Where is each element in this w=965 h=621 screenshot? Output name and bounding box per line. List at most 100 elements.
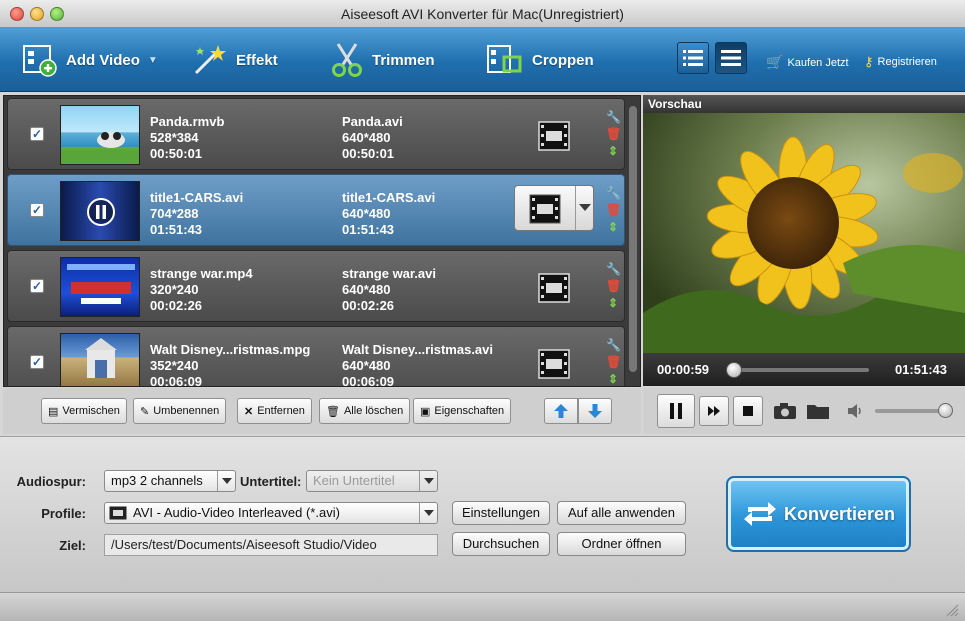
file-row[interactable]: ✓ title1-CARS.avi 704*288 01:51:43 title… [7,174,625,246]
source-filename: title1-CARS.avi [150,190,244,205]
film-icon [529,194,561,224]
untertitel-label: Untertitel: [240,474,302,489]
eigenschaften-label: Eigenschaften [434,405,505,417]
konvertieren-button[interactable]: Konvertieren [726,476,911,552]
chevron-down-icon [419,503,437,523]
ziel-path-field[interactable]: /Users/test/Documents/Aiseesoft Studio/V… [104,534,438,556]
output-filename: Walt Disney...ristmas.avi [342,342,494,357]
minimize-window-button[interactable] [30,7,44,21]
file-row[interactable]: ✓ Walt Disney...ristmas.mpg 352*240 00:0… [7,326,625,387]
list-view-button[interactable] [677,42,709,74]
file-row[interactable]: ✓ Panda.rmvb 528*384 00:50:01 Panda.avi … [7,98,625,170]
wrench-icon[interactable]: 🔧 [606,337,621,354]
menu-lines-icon [721,50,741,66]
seek-slider-knob[interactable] [726,362,743,378]
row-tools: 🔧 🗑 ⇕ [606,337,621,386]
alle-loeschen-label: Alle löschen [343,405,404,417]
volume-track[interactable] [875,409,945,413]
add-video-button[interactable]: Add Video ▼ [22,42,158,78]
trash-icon[interactable]: 🗑 [606,278,621,295]
camera-icon[interactable] [773,402,797,420]
total-time: 01:51:43 [894,362,947,377]
stop-icon [743,406,753,416]
trimmen-button[interactable]: Trimmen [330,42,435,78]
wrench-icon[interactable]: 🔧 [606,109,621,126]
pencil-icon: ✎ [140,405,150,418]
reorder-icon[interactable]: ⇕ [606,371,620,386]
effekt-button[interactable]: Effekt [190,42,278,78]
auf-alle-anwenden-button[interactable]: Auf alle anwenden [557,501,686,525]
registrieren-link[interactable]: ⚷ Registrieren [864,54,937,70]
untertitel-select[interactable]: Kein Untertitel [306,470,438,492]
move-up-button[interactable] [544,398,578,424]
chevron-down-icon [419,471,437,491]
move-down-button[interactable] [578,398,612,424]
source-duration: 00:06:09 [150,374,203,387]
trash-icon[interactable]: 🗑 [606,126,621,143]
add-video-label: Add Video [66,51,140,69]
ordner-oeffnen-button[interactable]: Ordner öffnen [557,532,686,556]
volume-slider-knob[interactable] [938,403,953,418]
zoom-window-button[interactable] [50,7,64,21]
chevron-down-icon[interactable]: ▼ [148,55,158,66]
file-checkbox[interactable]: ✓ [30,279,44,293]
alle-loeschen-button[interactable]: 🗑 Alle löschen [319,398,411,424]
output-info: title1-CARS.avi 640*480 01:51:43 [342,190,435,238]
audiospur-select[interactable]: mp3 2 channels [104,470,236,492]
trash-icon[interactable]: 🗑 [606,202,621,219]
reorder-icon[interactable]: ⇕ [606,295,620,312]
list-action-bar: ▤ Vermischen ✎ Umbenennen ✕ Entfernen 🗑 Alle… [3,388,641,434]
eigenschaften-button[interactable]: ▣ Eigenschaften [413,398,512,424]
arrow-up-icon [554,404,568,418]
entfernen-button[interactable]: ✕ Entfernen [237,398,312,424]
durchsuchen-button[interactable]: Durchsuchen [452,532,550,556]
output-format-icon[interactable] [538,121,570,151]
output-resolution: 640*480 [342,130,391,145]
avi-format-icon [109,506,127,520]
stop-button[interactable] [733,396,763,426]
wrench-icon[interactable]: 🔧 [606,185,621,202]
status-bar [0,592,965,621]
reorder-icon[interactable]: ⇕ [606,219,620,236]
profile-label: Profile: [41,506,86,521]
output-info: Walt Disney...ristmas.avi 640*480 00:06:… [342,342,494,386]
vermischen-button[interactable]: ▤ Vermischen [41,398,127,424]
einstellungen-button[interactable]: Einstellungen [452,501,550,525]
list-scrollbar[interactable] [626,96,640,386]
file-checkbox[interactable]: ✓ [30,203,44,217]
file-list: ✓ Panda.rmvb 528*384 00:50:01 Panda.avi … [3,95,641,387]
konvertieren-label: Konvertieren [783,503,896,524]
wrench-icon[interactable]: 🔧 [606,261,621,278]
output-format-icon[interactable] [538,273,570,303]
forward-button[interactable] [699,396,729,426]
seek-track[interactable] [731,368,869,372]
trash-icon[interactable]: 🗑 [606,354,621,371]
file-checkbox[interactable]: ✓ [30,355,44,369]
source-duration: 00:50:01 [150,146,203,161]
profile-select[interactable]: AVI - Audio-Video Interleaved (*.avi) [104,502,438,524]
output-format-dropdown[interactable] [514,185,594,231]
title-bar: Aiseesoft AVI Konverter für Mac(Unregist… [0,0,965,28]
detail-view-button[interactable] [715,42,747,74]
pause-button[interactable] [657,394,695,428]
umbenennen-button[interactable]: ✎ Umbenennen [133,398,227,424]
kaufen-jetzt-link[interactable]: 🛒 Kaufen Jetzt [766,54,849,71]
close-window-button[interactable] [10,7,24,21]
folder-icon[interactable] [806,402,830,420]
reorder-icon[interactable]: ⇕ [606,143,620,160]
file-row[interactable]: ✓ strange war.mp4 320*240 00:02:26 stran… [7,250,625,322]
resize-grip-icon[interactable] [945,603,959,617]
output-resolution: 640*480 [342,282,391,297]
source-info: Walt Disney...ristmas.mpg 352*240 00:06:… [150,342,311,387]
scrollbar-thumb[interactable] [629,106,637,372]
output-format-icon[interactable] [538,349,570,379]
output-duration: 00:50:01 [342,146,395,161]
chevron-down-icon [579,204,591,211]
file-checkbox[interactable]: ✓ [30,127,44,141]
cart-icon: 🛒 [766,54,784,70]
source-filename: Walt Disney...ristmas.mpg [150,342,311,357]
key-icon: ⚷ [864,54,874,69]
entfernen-label: Entfernen [257,405,305,417]
trash-icon: 🗑 [326,405,340,418]
croppen-button[interactable]: Croppen [486,42,594,78]
